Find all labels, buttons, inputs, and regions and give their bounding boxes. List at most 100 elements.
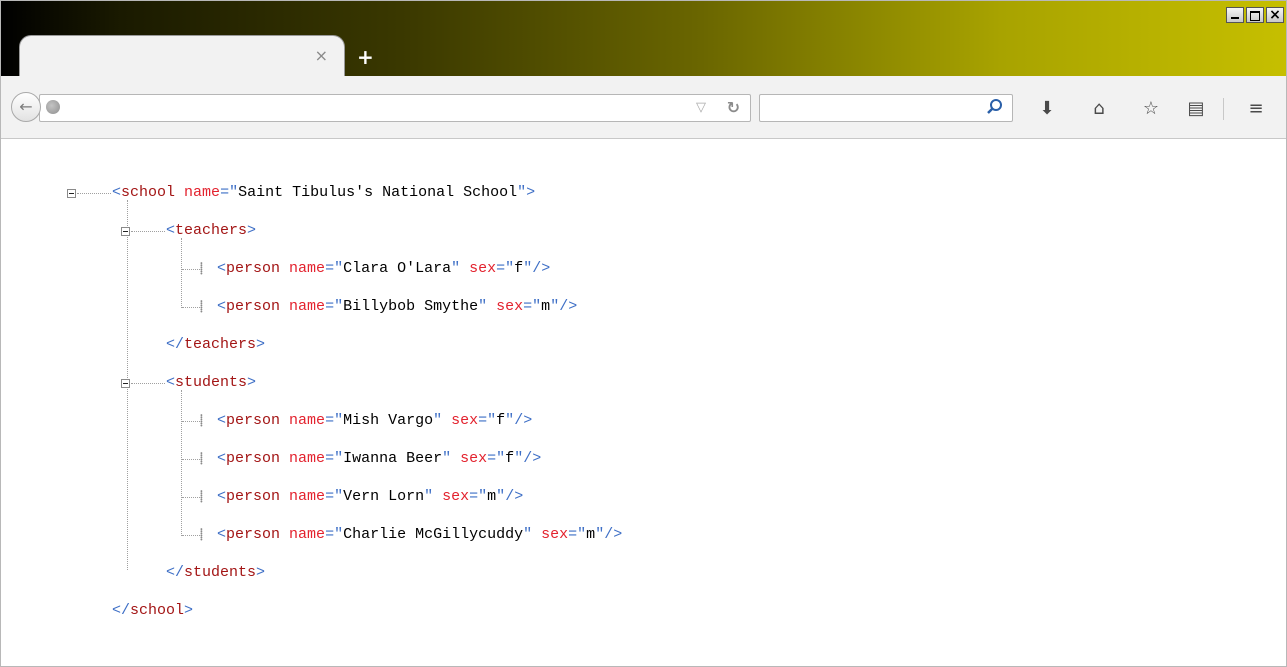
bracket: >	[247, 222, 257, 239]
tree-connector	[131, 383, 165, 384]
bookmark-star-icon[interactable]: ☆	[1140, 98, 1162, 120]
xml-line-person: <person name="Vern Lorn" sex="m"/>	[217, 487, 523, 507]
bracket: />	[523, 450, 542, 467]
xml-line-person: <person name="Mish Vargo" sex="f"/>	[217, 411, 532, 431]
bracket: />	[559, 298, 578, 315]
attribute-name: sex	[460, 450, 488, 467]
tag-name: person	[226, 450, 281, 467]
bracket: </	[166, 336, 185, 353]
attribute-value: Clara O'Lara	[343, 260, 452, 277]
equals-quote: ="	[325, 412, 344, 429]
tag-name: school	[130, 602, 185, 619]
search-bar[interactable]	[759, 94, 1013, 122]
bracket: />	[532, 260, 551, 277]
attribute-name: sex	[469, 260, 497, 277]
attribute-value: f	[496, 412, 506, 429]
bracket: <	[217, 412, 227, 429]
window-close-icon[interactable]: ×	[1266, 7, 1284, 23]
title-bar: × × +	[1, 1, 1286, 77]
browser-window: × × + ← ▽ ↻ ⬇ ⌂ ☆ ▤ ≡ <school name="Sain…	[0, 0, 1287, 667]
xml-line-person: <person name="Billybob Smythe" sex="m"/>	[217, 297, 577, 317]
attribute-value: f	[514, 260, 524, 277]
leaf-grip-icon: ⸽	[200, 414, 203, 427]
bracket: >	[184, 602, 194, 619]
equals-quote: ="	[568, 526, 587, 543]
equals-quote: ="	[487, 450, 506, 467]
browser-tab[interactable]: ×	[19, 35, 345, 77]
bracket: >	[247, 374, 257, 391]
quote: "	[550, 298, 560, 315]
attribute-name: sex	[496, 298, 524, 315]
xml-line-students-open: <students>	[166, 373, 256, 393]
attribute-value: f	[505, 450, 515, 467]
equals-quote: ="	[496, 260, 515, 277]
quote: "	[523, 526, 533, 543]
quote: "	[442, 450, 452, 467]
bracket: >	[256, 564, 266, 581]
new-tab-icon[interactable]: +	[357, 47, 374, 67]
menu-icon[interactable]: ≡	[1245, 98, 1267, 120]
back-icon[interactable]: ←	[11, 92, 41, 122]
quote: "	[424, 488, 434, 505]
search-icon[interactable]	[986, 98, 1004, 116]
tree-connector	[181, 390, 182, 536]
url-bar[interactable]: ▽ ↻	[39, 94, 751, 122]
minimize-icon[interactable]	[1226, 7, 1244, 23]
quote: "	[433, 412, 443, 429]
attribute-name: name	[289, 412, 326, 429]
quote: "	[523, 260, 533, 277]
collapse-toggle-school[interactable]	[67, 189, 76, 198]
maximize-icon[interactable]	[1246, 7, 1264, 23]
equals-quote: ="	[325, 450, 344, 467]
tag-name: students	[184, 564, 257, 581]
attribute-value: m	[586, 526, 596, 543]
xml-line-school-close: </school>	[112, 601, 193, 621]
xml-line-person: <person name="Charlie McGillycuddy" sex=…	[217, 525, 622, 545]
quote: "	[514, 450, 524, 467]
tag-name: person	[226, 526, 281, 543]
tree-connector	[131, 231, 165, 232]
quote: "	[595, 526, 605, 543]
download-icon[interactable]: ⬇	[1036, 98, 1058, 120]
bracket: <	[166, 222, 176, 239]
attribute-name: name	[289, 260, 326, 277]
attribute-name: name	[289, 526, 326, 543]
bracket: />	[505, 488, 524, 505]
xml-tree-view: <school name="Saint Tibulus's National S…	[1, 139, 1286, 666]
collapse-toggle-students[interactable]	[121, 379, 130, 388]
toolbar-separator	[1223, 98, 1224, 120]
attribute-name: name	[289, 488, 326, 505]
equals-quote: ="	[325, 488, 344, 505]
search-input[interactable]	[766, 99, 980, 119]
attribute-name: name	[289, 298, 326, 315]
attribute-value: Billybob Smythe	[343, 298, 479, 315]
bracket: <	[217, 526, 227, 543]
bracket: </	[166, 564, 185, 581]
dropmarker-icon[interactable]: ▽	[696, 100, 706, 116]
tag-name: teachers	[175, 222, 248, 239]
equals-quote: ="	[325, 298, 344, 315]
leaf-grip-icon: ⸽	[200, 452, 203, 465]
home-icon[interactable]: ⌂	[1088, 98, 1110, 120]
quote: "	[505, 412, 515, 429]
reading-list-icon[interactable]: ▤	[1185, 98, 1207, 120]
xml-line-school-open: <school name="Saint Tibulus's National S…	[112, 183, 535, 203]
collapse-toggle-teachers[interactable]	[121, 227, 130, 236]
attribute-name: sex	[442, 488, 470, 505]
attribute-name: name	[184, 184, 221, 201]
bracket: >	[256, 336, 266, 353]
tree-connector	[182, 459, 200, 460]
reload-icon[interactable]: ↻	[727, 98, 740, 118]
quote: "	[496, 488, 506, 505]
equals-quote: ="	[325, 260, 344, 277]
tag-name: person	[226, 412, 281, 429]
bracket: />	[604, 526, 623, 543]
attribute-name: sex	[451, 412, 479, 429]
leaf-grip-icon: ⸽	[200, 300, 203, 313]
attribute-value: Iwanna Beer	[343, 450, 443, 467]
attribute-value: Vern Lorn	[343, 488, 425, 505]
bracket: <	[217, 298, 227, 315]
tab-close-icon[interactable]: ×	[315, 48, 328, 64]
xml-line-teachers-close: </teachers>	[166, 335, 265, 355]
equals-quote: ="	[523, 298, 542, 315]
